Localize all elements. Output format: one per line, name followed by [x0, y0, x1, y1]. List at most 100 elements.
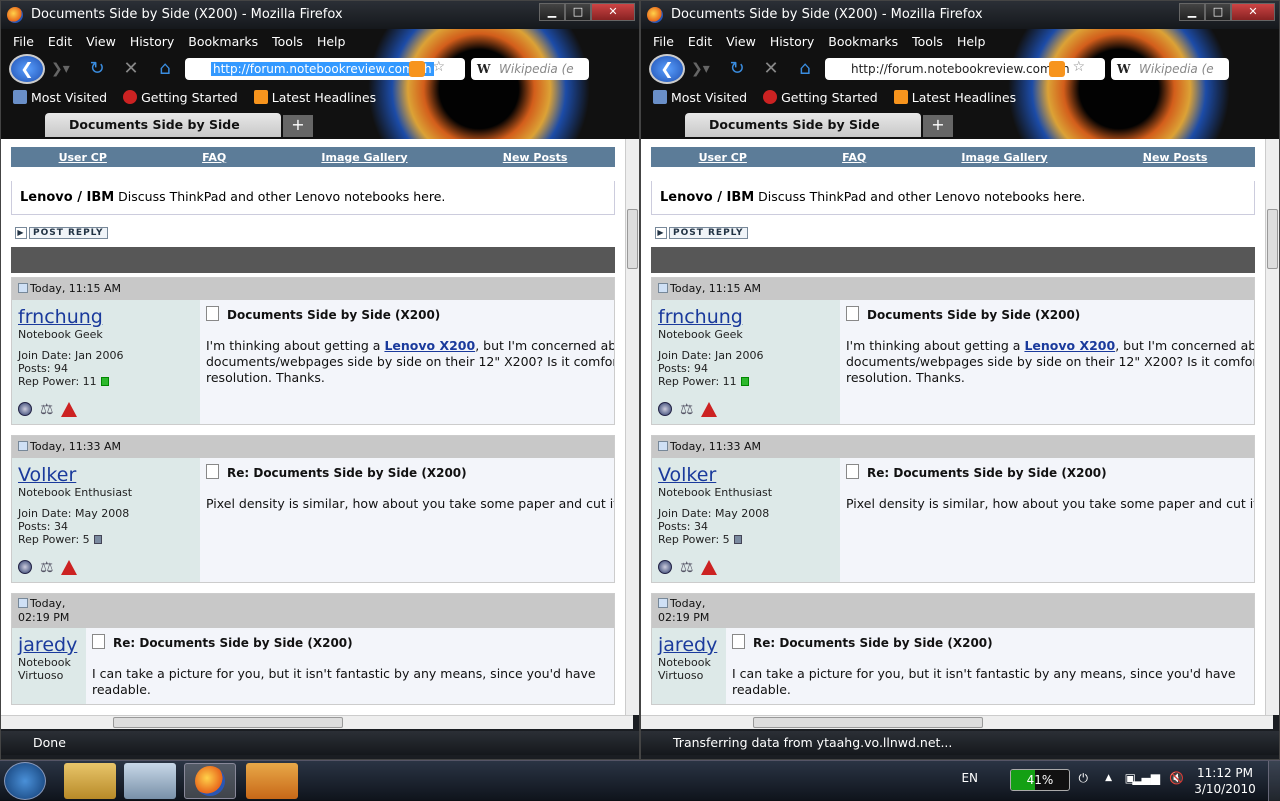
rss-icon[interactable]: [1049, 61, 1065, 77]
online-status-icon[interactable]: [18, 402, 32, 416]
report-post-icon[interactable]: [61, 401, 78, 417]
reputation-scale-icon[interactable]: ⚖: [40, 400, 53, 418]
bookmark-latest-headlines[interactable]: Latest Headlines: [253, 89, 376, 105]
nav-new-posts[interactable]: New Posts: [1143, 151, 1208, 164]
username-link[interactable]: jaredy: [658, 634, 720, 656]
nav-image-gallery[interactable]: Image Gallery: [321, 151, 407, 164]
tab-documents[interactable]: Documents Side by Side (X200): [685, 113, 921, 137]
username-link[interactable]: Volker: [658, 464, 834, 486]
bookmark-latest-headlines[interactable]: Latest Headlines: [893, 89, 1016, 105]
forward-button[interactable]: ❯▾: [691, 57, 717, 81]
bookmark-getting-started[interactable]: Getting Started: [123, 89, 238, 105]
menu-tools[interactable]: Tools: [912, 34, 943, 49]
clock[interactable]: 11:12 PM 3/10/2010: [1192, 765, 1258, 797]
search-input[interactable]: Wikipedia (e: [1111, 58, 1229, 80]
url-bar[interactable]: http://forum.notebookreview.com/sh ☆: [825, 58, 1105, 80]
title-bar[interactable]: Documents Side by Side (X200) - Mozilla …: [641, 1, 1279, 29]
maximize-button[interactable]: □: [1205, 3, 1231, 21]
bookmark-most-visited[interactable]: Most Visited: [13, 89, 107, 105]
menu-bookmarks[interactable]: Bookmarks: [188, 34, 258, 49]
vertical-scrollbar[interactable]: [1265, 139, 1279, 715]
maximize-button[interactable]: □: [565, 3, 591, 21]
media-player-taskbar-icon[interactable]: [246, 763, 298, 799]
vertical-scroll-thumb[interactable]: [627, 209, 638, 269]
bookmark-most-visited[interactable]: Most Visited: [653, 89, 747, 105]
nav-faq[interactable]: FAQ: [842, 151, 866, 164]
url-bar[interactable]: http://forum.notebookreview.com/sh ☆: [185, 58, 465, 80]
forward-button[interactable]: ❯▾: [51, 57, 77, 81]
horizontal-scroll-thumb[interactable]: [753, 717, 983, 728]
menu-history[interactable]: History: [130, 34, 174, 49]
post-reply-button[interactable]: ▶ POST REPLY: [651, 227, 1255, 241]
report-post-icon[interactable]: [701, 559, 718, 575]
search-input[interactable]: Wikipedia (e: [471, 58, 589, 80]
menu-tools[interactable]: Tools: [272, 34, 303, 49]
vertical-scrollbar[interactable]: [625, 139, 639, 715]
start-button[interactable]: [4, 762, 46, 800]
report-post-icon[interactable]: [61, 559, 78, 575]
rss-icon[interactable]: [409, 61, 425, 77]
nav-new-posts[interactable]: New Posts: [503, 151, 568, 164]
stop-button[interactable]: ✕: [117, 57, 145, 81]
volume-muted-icon[interactable]: 🔇: [1169, 771, 1184, 785]
menu-bookmarks[interactable]: Bookmarks: [828, 34, 898, 49]
show-hidden-icons-icon[interactable]: ▲: [1105, 773, 1112, 783]
reload-button[interactable]: ↻: [723, 57, 751, 81]
close-button[interactable]: ✕: [1231, 3, 1275, 21]
stop-button[interactable]: ✕: [757, 57, 785, 81]
home-button[interactable]: ⌂: [151, 57, 179, 81]
reputation-scale-icon[interactable]: ⚖: [680, 558, 693, 576]
nav-faq[interactable]: FAQ: [202, 151, 226, 164]
menu-view[interactable]: View: [86, 34, 116, 49]
language-indicator[interactable]: EN: [961, 771, 978, 785]
show-desktop-button[interactable]: [1268, 761, 1280, 801]
horizontal-scroll-thumb[interactable]: [113, 717, 343, 728]
minimize-button[interactable]: ▁: [1179, 3, 1205, 21]
firefox-taskbar-icon[interactable]: [184, 763, 236, 799]
post-reply-button[interactable]: ▶ POST REPLY: [11, 227, 615, 241]
online-status-icon[interactable]: [18, 560, 32, 574]
new-tab-button[interactable]: +: [923, 115, 953, 137]
nav-image-gallery[interactable]: Image Gallery: [961, 151, 1047, 164]
bookmark-star-icon[interactable]: ☆: [1072, 59, 1085, 75]
online-status-icon[interactable]: [658, 402, 672, 416]
tab-documents[interactable]: Documents Side by Side (X200): [45, 113, 281, 137]
menu-help[interactable]: Help: [317, 34, 346, 49]
bookmark-star-icon[interactable]: ☆: [432, 59, 445, 75]
report-post-icon[interactable]: [701, 401, 718, 417]
menu-file[interactable]: File: [13, 34, 34, 49]
window-switcher-taskbar-icon[interactable]: [124, 763, 176, 799]
online-status-icon[interactable]: [658, 560, 672, 574]
battery-indicator[interactable]: 41%: [1010, 769, 1070, 791]
power-plug-icon[interactable]: ⏻: [1079, 771, 1089, 786]
vertical-scroll-thumb[interactable]: [1267, 209, 1278, 269]
menu-history[interactable]: History: [770, 34, 814, 49]
page-content[interactable]: User CP FAQ Image Gallery New Posts Leno…: [1, 139, 633, 715]
reload-button[interactable]: ↻: [83, 57, 111, 81]
username-link[interactable]: frnchung: [658, 306, 834, 328]
bookmark-getting-started[interactable]: Getting Started: [763, 89, 878, 105]
lenovo-x200-link[interactable]: Lenovo X200: [384, 338, 475, 353]
page-content[interactable]: User CP FAQ Image Gallery New Posts Leno…: [641, 139, 1273, 715]
lenovo-x200-link[interactable]: Lenovo X200: [1024, 338, 1115, 353]
reputation-scale-icon[interactable]: ⚖: [40, 558, 53, 576]
username-link[interactable]: frnchung: [18, 306, 194, 328]
title-bar[interactable]: Documents Side by Side (X200) - Mozilla …: [1, 1, 639, 29]
menu-help[interactable]: Help: [957, 34, 986, 49]
reputation-scale-icon[interactable]: ⚖: [680, 400, 693, 418]
menu-edit[interactable]: Edit: [688, 34, 712, 49]
horizontal-scrollbar[interactable]: [641, 715, 1273, 729]
menu-edit[interactable]: Edit: [48, 34, 72, 49]
nav-user-cp[interactable]: User CP: [59, 151, 107, 164]
new-tab-button[interactable]: +: [283, 115, 313, 137]
explorer-taskbar-icon[interactable]: [64, 763, 116, 799]
menu-file[interactable]: File: [653, 34, 674, 49]
close-button[interactable]: ✕: [591, 3, 635, 21]
network-signal-icon[interactable]: ▂▄▆: [1132, 771, 1160, 785]
back-button[interactable]: ❮: [649, 54, 685, 84]
menu-view[interactable]: View: [726, 34, 756, 49]
horizontal-scrollbar[interactable]: [1, 715, 633, 729]
home-button[interactable]: ⌂: [791, 57, 819, 81]
back-button[interactable]: ❮: [9, 54, 45, 84]
username-link[interactable]: Volker: [18, 464, 194, 486]
